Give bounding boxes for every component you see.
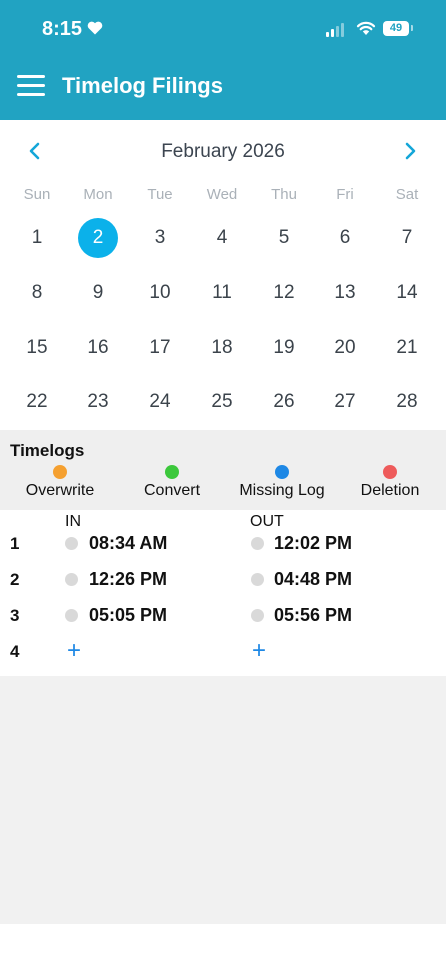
weekday-label: Mon <box>83 186 113 203</box>
calendar-day[interactable]: 26 <box>264 382 304 422</box>
calendar-day[interactable]: 24 <box>140 382 180 422</box>
row-number: 1 <box>10 534 20 553</box>
calendar-day[interactable]: 3 <box>140 218 180 258</box>
status-dot <box>251 609 264 622</box>
calendar-day[interactable]: 20 <box>325 328 365 368</box>
row-number: 2 <box>10 570 20 589</box>
row-number: 3 <box>10 606 20 625</box>
weekday-label: Sat <box>395 186 419 203</box>
time-out[interactable]: 05:56 PM <box>274 605 352 626</box>
chevron-right-icon[interactable] <box>399 140 421 162</box>
empty-content-area <box>0 676 446 924</box>
calendar-day[interactable]: 19 <box>264 328 304 368</box>
add-time-in-button[interactable]: + <box>67 639 81 663</box>
time-out[interactable]: 04:48 PM <box>274 569 352 590</box>
legend-color-dot <box>275 465 289 479</box>
status-dot <box>65 609 78 622</box>
calendar-day[interactable]: 27 <box>325 382 365 422</box>
legend-label: Overwrite <box>25 482 95 499</box>
battery-icon: 49 <box>383 21 409 36</box>
calendar-day-selected[interactable]: 2 <box>78 218 118 258</box>
calendar-day[interactable]: 4 <box>202 218 242 258</box>
legend-color-dot <box>165 465 179 479</box>
legend-title: Timelogs <box>10 441 85 460</box>
status-dot <box>251 537 264 550</box>
add-time-out-button[interactable]: + <box>252 639 266 663</box>
page-title: Timelog Filings <box>62 73 223 98</box>
calendar-day[interactable]: 1 <box>17 218 57 258</box>
out-column-header: OUT <box>250 513 284 530</box>
row-number: 4 <box>10 642 20 661</box>
calendar-day[interactable]: 18 <box>202 328 242 368</box>
legend-item: Overwrite <box>5 465 115 500</box>
calendar-day[interactable]: 28 <box>387 382 427 422</box>
calendar-navigation: February 2026 <box>0 140 446 162</box>
weekday-label: Sun <box>23 186 51 203</box>
wifi-icon <box>356 21 376 35</box>
calendar-day[interactable]: 12 <box>264 273 304 313</box>
calendar-day[interactable]: 22 <box>17 382 57 422</box>
legend-item: Deletion <box>335 465 445 500</box>
weekday-label: Wed <box>206 186 238 203</box>
menu-icon[interactable] <box>17 75 45 97</box>
status-time: 8:15 <box>42 18 83 40</box>
calendar-day[interactable]: 5 <box>264 218 304 258</box>
calendar-day[interactable]: 8 <box>17 273 57 313</box>
calendar-day[interactable]: 13 <box>325 273 365 313</box>
month-label: February 2026 <box>161 141 285 162</box>
calendar-day[interactable]: 7 <box>387 218 427 258</box>
status-dot <box>65 573 78 586</box>
timelogs-legend: Timelogs Overwrite Convert Missing Log Dele… <box>0 430 446 510</box>
app-header: 8:15 49 Timelog Filings <box>0 0 446 120</box>
legend-label: Convert <box>143 482 201 499</box>
calendar-day[interactable]: 6 <box>325 218 365 258</box>
time-out[interactable]: 12:02 PM <box>274 533 352 554</box>
calendar-day[interactable]: 11 <box>202 273 242 313</box>
calendar-day[interactable]: 9 <box>78 273 118 313</box>
cellular-signal-icon <box>326 21 344 37</box>
calendar-day[interactable]: 21 <box>387 328 427 368</box>
battery-tip <box>411 25 413 31</box>
calendar-day[interactable]: 23 <box>78 382 118 422</box>
in-column-header: IN <box>65 513 81 530</box>
timelogs-table: IN OUT 1 08:34 AM 12:02 PM 2 12:26 PM 04… <box>0 510 446 676</box>
calendar-day[interactable]: 25 <box>202 382 242 422</box>
calendar-day[interactable]: 17 <box>140 328 180 368</box>
time-in[interactable]: 12:26 PM <box>89 569 167 590</box>
time-in[interactable]: 05:05 PM <box>89 605 167 626</box>
legend-label: Deletion <box>360 482 420 499</box>
legend-color-dot <box>383 465 397 479</box>
legend-item: Convert <box>117 465 227 500</box>
status-dot <box>65 537 78 550</box>
heart-icon <box>87 21 103 35</box>
legend-label: Missing Log <box>239 482 325 499</box>
calendar-day[interactable]: 16 <box>78 328 118 368</box>
weekday-label: Thu <box>271 186 297 203</box>
weekday-label: Fri <box>336 186 354 203</box>
time-in[interactable]: 08:34 AM <box>89 533 167 554</box>
calendar-day[interactable]: 14 <box>387 273 427 313</box>
calendar-day[interactable]: 10 <box>140 273 180 313</box>
weekday-label: Tue <box>147 186 173 203</box>
legend-color-dot <box>53 465 67 479</box>
legend-item: Missing Log <box>227 465 337 500</box>
calendar-day[interactable]: 15 <box>17 328 57 368</box>
status-dot <box>251 573 264 586</box>
